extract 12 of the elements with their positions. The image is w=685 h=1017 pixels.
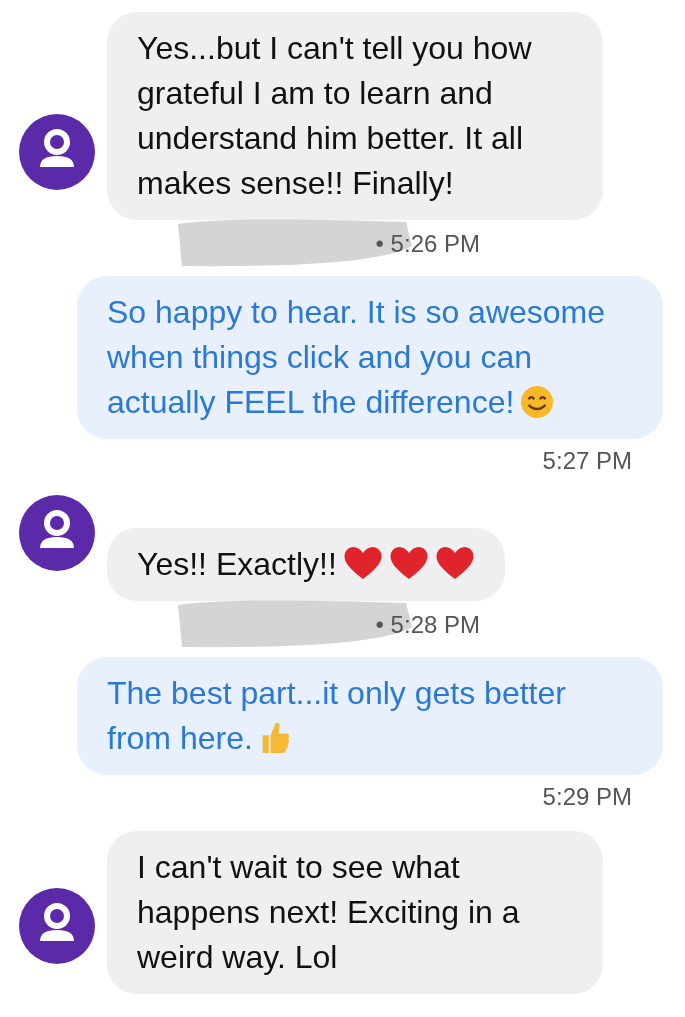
timestamp: 5:27 PM [542,447,632,474]
avatar-icon [19,114,95,190]
message-bubble: I can't wait to see what happens next! Exciting in a weird way. Lol [107,831,603,994]
message-bubble: Yes!! Exactly!! [107,528,505,601]
timestamp: 5:29 PM [542,783,632,810]
timestamp: • 5:26 PM [375,230,480,258]
avatar-icon [19,495,95,571]
avatar-icon [19,888,95,964]
message-bubble: So happy to hear. It is so awesome when things click and you can actually FEEL the difference! [77,276,663,439]
message-bubble: The best part...it only gets better from here. [77,657,663,775]
timestamp: • 5:28 PM [375,611,480,639]
message-bubble: Yes...but I can't tell you how grateful I am to learn and understand him better. It all makes sense!! Finally! [107,12,603,220]
